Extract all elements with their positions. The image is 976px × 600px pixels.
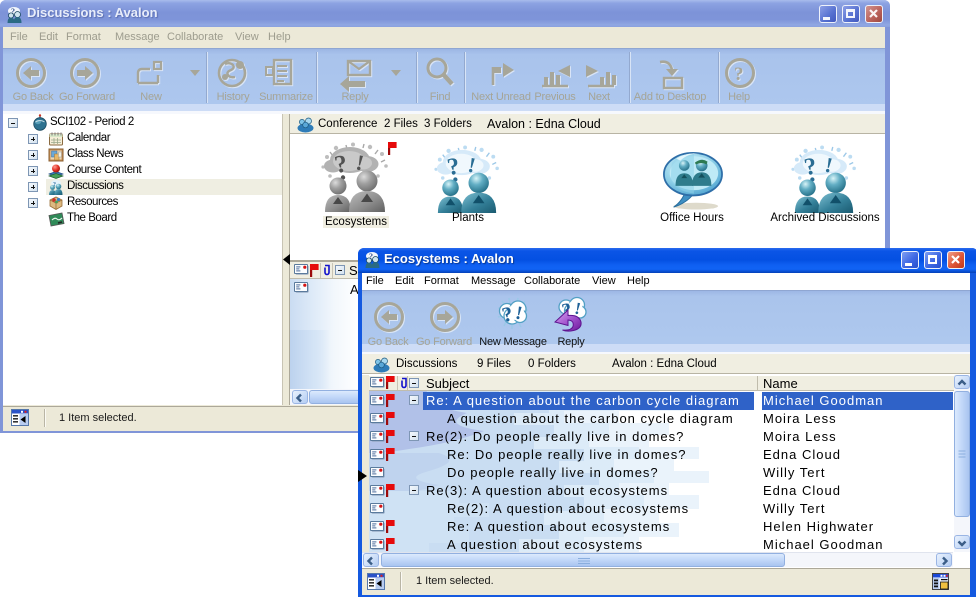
svg-text:?: ?	[734, 64, 744, 85]
